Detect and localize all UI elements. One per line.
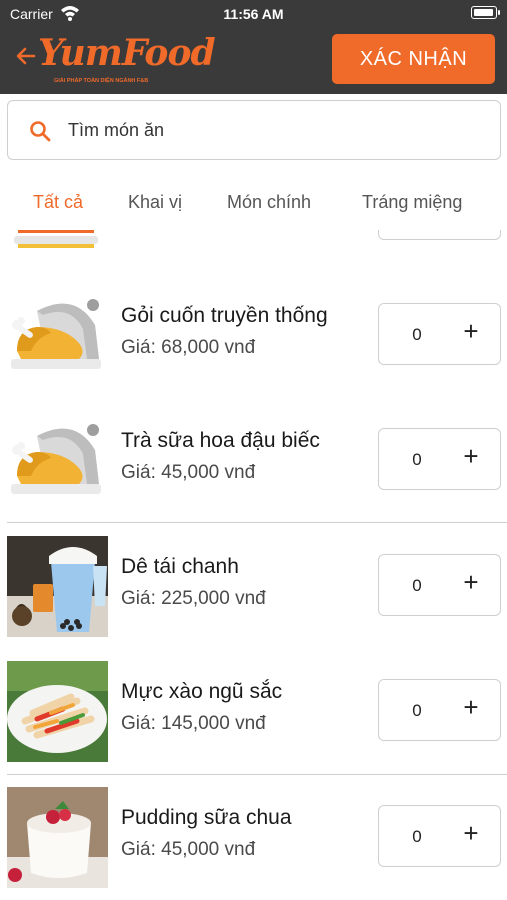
quantity-value: 0	[412, 450, 422, 469]
tab-appetizer[interactable]: Khai vị	[128, 192, 182, 213]
tab-main-course[interactable]: Món chính	[227, 192, 311, 213]
confirm-button[interactable]: XÁC NHẬN	[332, 34, 495, 84]
plus-icon[interactable]: +	[459, 318, 483, 344]
quantity-value: 0	[412, 701, 422, 720]
pudding-image	[7, 787, 108, 888]
list-item[interactable]: Mực xào ngũ sắc Giá: 145,000 vnđ 0 +	[0, 649, 507, 774]
food-list: Gỏi cuốn truyền thống Giá: 68,000 vnđ 0 …	[0, 230, 507, 900]
logo-tagline: GIẢI PHÁP TOÀN DIỆN NGÀNH F&B	[54, 78, 149, 84]
item-price: Giá: 45,000 vnđ	[121, 462, 256, 483]
list-item[interactable]: Trà sữa hoa đậu biếc Giá: 45,000 vnđ 0 +	[0, 398, 507, 523]
plus-icon[interactable]: +	[459, 820, 483, 846]
list-item[interactable]: Dê tái chanh Giá: 225,000 vnđ 0 +	[0, 524, 507, 649]
item-price: Giá: 225,000 vnđ	[121, 588, 266, 609]
item-name: Mực xào ngũ sắc	[121, 680, 283, 703]
quantity-stepper[interactable]: 0 +	[378, 679, 501, 741]
category-tabs: Tất cả Khai vị Món chính Tráng miệng	[0, 170, 507, 230]
food-placeholder-icon	[14, 230, 98, 248]
item-name: Dê tái chanh	[121, 555, 239, 578]
item-price: Giá: 45,000 vnđ	[121, 839, 256, 860]
item-price: Giá: 68,000 vnđ	[121, 337, 256, 358]
list-item[interactable]: Pudding sữa chua Giá: 45,000 vnđ 0 +	[0, 775, 507, 900]
item-name: Gỏi cuốn truyền thống	[121, 304, 328, 327]
status-time: 11:56 AM	[223, 6, 284, 22]
item-name: Trà sữa hoa đậu biếc	[121, 429, 320, 452]
plus-icon[interactable]: +	[459, 443, 483, 469]
back-arrow-icon[interactable]	[14, 44, 38, 68]
food-cloche-icon	[11, 424, 101, 494]
search-icon	[30, 121, 51, 142]
yumfood-logo: YumFood GIẢI PHÁP TOÀN DIỆN NGÀNH F&B	[38, 32, 216, 88]
quantity-stepper[interactable]: 0 +	[378, 428, 501, 490]
quantity-value: 0	[412, 576, 422, 595]
list-item-partial	[0, 230, 507, 255]
logo-text: YumFood	[38, 32, 216, 74]
item-name: Pudding sữa chua	[121, 806, 292, 829]
plus-icon[interactable]: +	[459, 694, 483, 720]
status-bar: Carrier 11:56 AM	[0, 0, 507, 28]
app-header: Carrier 11:56 AM YumFood GIẢI PHÁP TOÀN …	[0, 0, 507, 94]
quantity-stepper[interactable]: 0 +	[378, 805, 501, 867]
quantity-stepper[interactable]: 0 +	[378, 303, 501, 365]
item-price: Giá: 145,000 vnđ	[121, 713, 266, 734]
stir-fry-image	[7, 661, 108, 762]
divider	[7, 522, 507, 523]
plus-icon[interactable]: +	[459, 569, 483, 595]
list-item[interactable]: Gỏi cuốn truyền thống Giá: 68,000 vnđ 0 …	[0, 273, 507, 398]
tab-dessert[interactable]: Tráng miệng	[362, 192, 462, 213]
search-box[interactable]: Tìm món ăn	[7, 100, 501, 160]
bubble-tea-image	[7, 536, 108, 637]
tab-all[interactable]: Tất cả	[33, 192, 83, 213]
quantity-stepper[interactable]: 0 +	[378, 554, 501, 616]
quantity-stepper-partial[interactable]	[378, 230, 501, 240]
quantity-value: 0	[412, 325, 422, 344]
battery-icon	[471, 6, 500, 19]
food-cloche-icon	[11, 299, 101, 369]
search-input[interactable]: Tìm món ăn	[68, 120, 164, 141]
quantity-value: 0	[412, 827, 422, 846]
